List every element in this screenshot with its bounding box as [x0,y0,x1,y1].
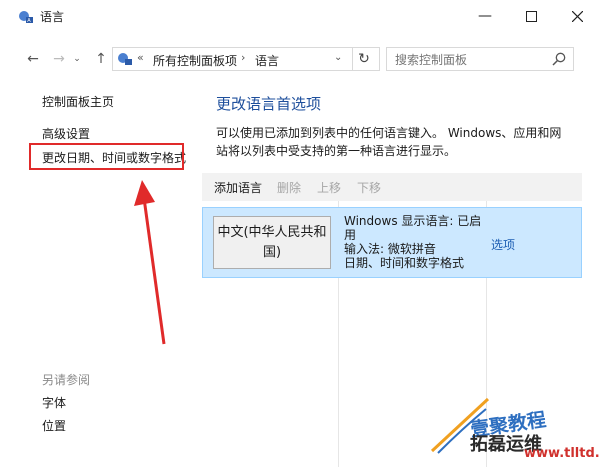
page-title: 更改语言首选项 [216,95,322,113]
maximize-icon [525,10,537,22]
title-bar: A 语言 — [0,0,600,32]
language-info: Windows 显示语言: 已启用 输入法: 微软拼音 日期、时间和数字格式 [344,214,484,270]
location-link[interactable]: 位置 [42,417,66,434]
back-arrow-icon: ← [27,51,39,67]
search-input[interactable] [393,49,547,71]
refresh-button[interactable]: ↻ [352,48,375,70]
chevron-down-icon: ⌄ [73,54,81,64]
refresh-icon: ↻ [358,51,370,67]
window-title: 语言 [40,10,65,24]
breadcrumb-separator-icon: › [241,51,246,64]
advanced-settings-link[interactable]: 高级设置 [42,125,90,142]
breadcrumb-language[interactable]: 语言 [255,52,279,69]
fonts-link[interactable]: 字体 [42,394,66,411]
control-panel-home-link[interactable]: 控制面板主页 [42,93,114,110]
watermark-url: www.tlltd.cn [524,446,600,461]
minimize-icon: — [478,8,492,24]
close-button[interactable] [554,0,600,32]
svg-text:A: A [27,18,31,24]
language-toolbar: 添加语言 删除 上移 下移 [202,173,582,201]
annotation-highlight-box [29,143,184,170]
see-also-heading: 另请参阅 [42,373,91,387]
forward-arrow-icon: → [53,51,65,67]
back-button[interactable]: ← [22,48,44,70]
language-app-icon: A [19,11,33,24]
maximize-button[interactable] [508,0,554,32]
format-info: 日期、时间和数字格式 [344,256,465,270]
breadcrumb-all-items[interactable]: 所有控制面板项 [153,52,237,69]
up-arrow-icon: ↑ [95,51,107,67]
close-icon [571,10,583,22]
breadcrumb-overflow[interactable]: « [137,51,144,64]
search-box[interactable] [386,47,574,71]
language-name-button[interactable]: 中文(中华人民共和国) [213,216,331,269]
remove-button[interactable]: 删除 [277,179,301,196]
up-button[interactable]: ↑ [90,48,112,70]
address-dropdown-icon[interactable]: ⌄ [334,52,342,63]
forward-button[interactable]: → [48,48,70,70]
language-options-link[interactable]: 选项 [491,236,515,253]
annotation-arrow [134,180,166,345]
input-method-info: 输入法: 微软拼音 [344,242,436,256]
search-icon[interactable] [551,51,567,67]
page-description: 可以使用已添加到列表中的任何语言键入。 Windows、应用和网站将以列表中受支… [216,126,562,158]
minimize-button[interactable]: — [462,0,508,32]
move-down-button[interactable]: 下移 [357,179,381,196]
recent-locations-button[interactable]: ⌄ [70,48,84,70]
display-language-status: Windows 显示语言: 已启用 [344,214,482,242]
language-list-item[interactable]: 中文(中华人民共和国) Windows 显示语言: 已启用 输入法: 微软拼音 … [202,207,582,278]
control-panel-icon [118,53,132,65]
add-language-button[interactable]: 添加语言 [214,179,262,196]
move-up-button[interactable]: 上移 [317,179,341,196]
